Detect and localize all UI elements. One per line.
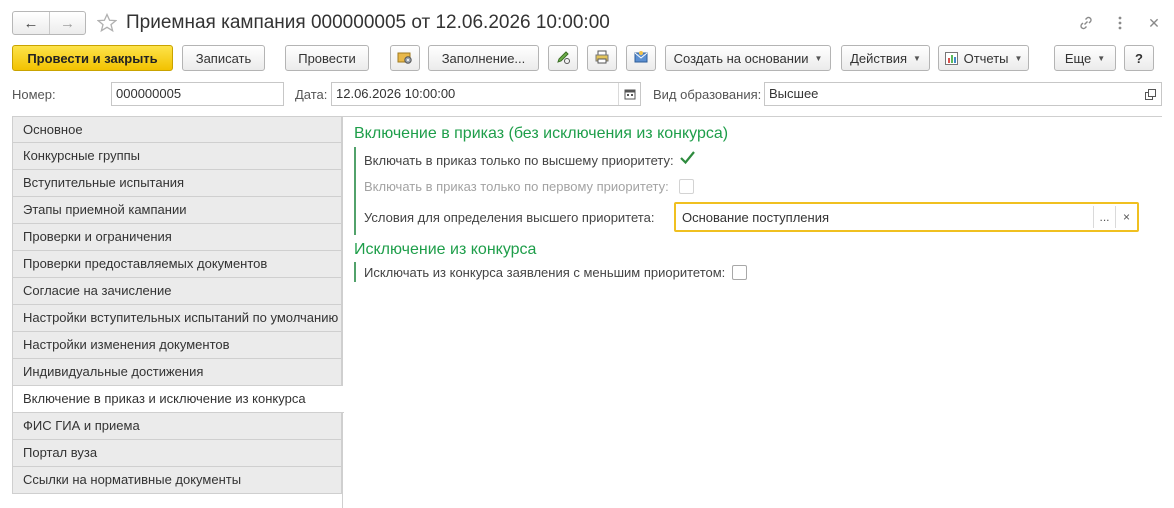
close-icon[interactable]: ✕ [1146,15,1162,31]
open-reference-icon[interactable] [1139,83,1161,105]
conditions-value: Основание поступления [682,210,829,225]
inclusion-group: Включать в приказ только по высшему прио… [354,147,1149,235]
sidebar-item-enrollment-consent[interactable]: Согласие на зачисление [12,278,342,305]
pencil-icon [555,49,571,68]
education-type-field[interactable]: Высшее [764,82,1162,106]
toolbar: Провести и закрыть Записать Провести Зап… [12,45,1162,71]
first-priority-row: Включать в приказ только по первому прио… [356,173,1149,199]
sidebar-item-entrance-exams[interactable]: Вступительные испытания [12,170,342,197]
ellipsis-choose-icon[interactable]: ... [1093,206,1115,228]
reports-menu[interactable]: Отчеты ▼ [938,45,1029,71]
folder-gear-icon [397,49,413,68]
more-vertical-icon[interactable] [1112,15,1128,31]
history-nav: ← → [12,11,86,35]
first-priority-checkbox[interactable] [679,179,694,194]
number-label: Номер: [12,87,56,102]
sidebar-item-fis-gia[interactable]: ФИС ГИА и приема [12,413,342,440]
forward-arrow-icon[interactable]: → [49,12,85,34]
sidebar-item-checks-restrictions[interactable]: Проверки и ограничения [12,224,342,251]
sidebar-item-achievements[interactable]: Индивидуальные достижения [12,359,342,386]
chevron-down-icon: ▼ [814,53,823,63]
help-button[interactable]: ? [1124,45,1154,71]
sidebar-item-document-checks[interactable]: Проверки предоставляемых документов [12,251,342,278]
page-title: Приемная кампания 000000005 от 12.06.202… [126,12,610,33]
education-type-label: Вид образования: [653,87,762,102]
save-button[interactable]: Записать [182,45,265,71]
exclude-row: Исключать из конкурса заявления с меньши… [356,262,854,282]
highest-priority-label: Включать в приказ только по высшему прио… [364,153,674,168]
clear-icon[interactable]: × [1115,206,1137,228]
mail-button[interactable] [626,45,656,71]
header-fields: Номер: 000000005 Дата: 12.06.2026 10:00:… [12,82,1162,106]
content-panel: Включение в приказ (без исключения из ко… [343,116,1162,508]
chevron-down-icon: ▼ [1014,53,1023,63]
chevron-down-icon: ▼ [913,53,921,63]
calendar-icon[interactable] [618,83,640,105]
edit-button[interactable] [548,45,578,71]
exclusion-group: Исключать из конкурса заявления с меньши… [354,262,854,282]
chevron-down-icon: ▼ [1097,53,1106,63]
more-menu[interactable]: Еще ▼ [1054,45,1116,71]
envelope-icon [633,49,649,68]
conditions-select[interactable]: Основание поступления ... × [674,202,1139,232]
reports-label: Отчеты [963,50,1009,66]
sidebar-item-order-inclusion[interactable]: Включение в приказ и исключение из конку… [12,386,344,413]
highest-priority-checkbox[interactable] [679,151,695,167]
first-priority-label: Включать в приказ только по первому прио… [364,179,669,194]
print-button[interactable] [587,45,617,71]
sidebar-item-university-portal[interactable]: Портал вуза [12,440,342,467]
section-sidebar: Основное Конкурсные группы Вступительные… [12,116,344,508]
sidebar-item-document-change-settings[interactable]: Настройки изменения документов [12,332,342,359]
number-value: 000000005 [116,86,182,101]
favorite-star-icon[interactable] [96,12,118,34]
date-value: 12.06.2026 10:00:00 [336,86,456,101]
conditions-label: Условия для определения высшего приорите… [364,210,655,225]
fill-button[interactable]: Заполнение... [428,45,539,71]
sidebar-item-competitive-groups[interactable]: Конкурсные группы [12,143,342,170]
back-arrow-icon[interactable]: ← [13,12,49,34]
more-label: Еще [1064,50,1092,66]
post-and-close-button[interactable]: Провести и закрыть [12,45,173,71]
exclude-label: Исключать из конкурса заявления с меньши… [364,265,726,280]
section-title-exclusion: Исключение из конкурса [354,241,537,258]
actions-menu[interactable]: Действия ▼ [841,45,930,71]
link-icon[interactable] [1078,15,1094,31]
post-button[interactable]: Провести [285,45,369,71]
section-title-inclusion: Включение в приказ (без исключения из ко… [354,125,729,142]
exclude-checkbox[interactable] [732,265,747,280]
number-field[interactable]: 000000005 [111,82,284,106]
conditions-row: Условия для определения высшего приорите… [356,199,1149,235]
sidebar-item-regulatory-links[interactable]: Ссылки на нормативные документы [12,467,342,494]
actions-label: Действия [850,50,908,66]
date-field[interactable]: 12.06.2026 10:00:00 [331,82,641,106]
date-label: Дата: [295,87,328,102]
create-based-on-menu[interactable]: Создать на основании ▼ [665,45,831,71]
education-type-value: Высшее [769,86,819,101]
report-chart-icon [944,51,958,65]
sidebar-item-default-exam-settings[interactable]: Настройки вступительных испытаний по умо… [12,305,342,332]
title-bar: ← → Приемная кампания 000000005 от 12.06… [12,10,1162,36]
printer-icon [594,49,610,68]
settings-folder-button[interactable] [390,45,420,71]
sidebar-item-campaign-stages[interactable]: Этапы приемной кампании [12,197,342,224]
highest-priority-row: Включать в приказ только по высшему прио… [356,147,1149,173]
sidebar-item-main[interactable]: Основное [12,116,342,143]
create-based-on-label: Создать на основании [673,50,809,66]
